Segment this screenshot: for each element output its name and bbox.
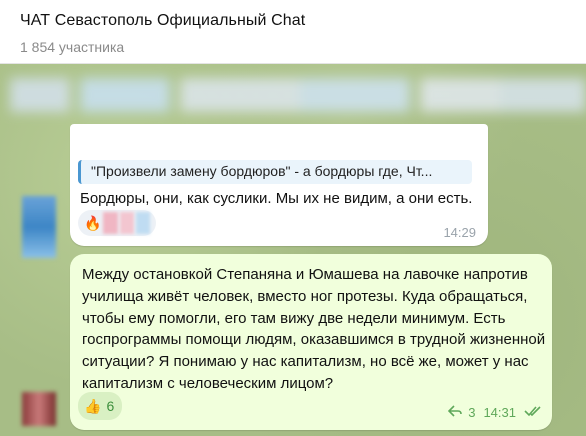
reaction-count: 6 bbox=[106, 398, 115, 414]
chat-title[interactable]: ЧАТ Севастополь Официальный Chat bbox=[20, 12, 586, 30]
avatar[interactable] bbox=[22, 392, 56, 426]
reply-arrow-icon[interactable] bbox=[448, 404, 463, 420]
reply-quote[interactable]: "Произвели замену бордюров" - а бордюры … bbox=[78, 160, 472, 184]
reaction-badge[interactable]: 🔥 bbox=[78, 210, 156, 236]
message-bubble[interactable]: Между остановкой Степаняна и Юмашева на … bbox=[70, 254, 552, 430]
message-bubble[interactable]: "Произвели замену бордюров" - а бордюры … bbox=[70, 124, 488, 246]
reaction-badge[interactable]: 👍 6 bbox=[78, 392, 122, 420]
thumbs-up-icon: 👍 bbox=[84, 397, 102, 414]
message-text: Бордюры, они, как суслики. Мы их не види… bbox=[80, 190, 473, 207]
double-check-icon bbox=[524, 405, 542, 420]
fire-icon: 🔥 bbox=[84, 214, 102, 231]
avatar bbox=[103, 212, 118, 234]
avatar bbox=[135, 212, 150, 234]
message-time: 14:31 bbox=[483, 404, 516, 420]
member-count: 1 854 участника bbox=[20, 39, 125, 55]
message-time: 14:29 bbox=[443, 225, 476, 240]
blurred-pinned-area bbox=[0, 64, 586, 128]
avatar bbox=[119, 212, 134, 234]
chat-header[interactable]: ЧАТ Севастополь Официальный Chat 1 854 у… bbox=[0, 0, 586, 64]
message-meta: 3 14:31 bbox=[448, 404, 542, 420]
message-text: Между остановкой Степаняна и Юмашева на … bbox=[82, 266, 546, 392]
replies-count[interactable]: 3 bbox=[468, 405, 475, 420]
avatar[interactable] bbox=[22, 196, 56, 258]
